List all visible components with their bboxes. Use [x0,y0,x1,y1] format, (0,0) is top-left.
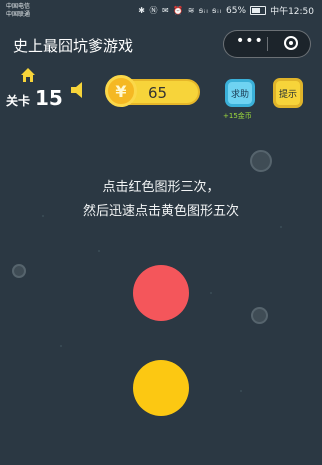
red-circle[interactable] [133,265,189,321]
battery-icon [250,6,267,15]
level-label: 关卡 [6,94,31,108]
star-dot [98,250,100,252]
close-icon[interactable] [284,36,298,50]
level-number: 15 [35,86,63,110]
yellow-circle[interactable] [133,360,189,416]
star-dot [280,226,282,228]
carrier-1: 中国电信 [6,3,31,10]
home-icon[interactable] [20,67,36,83]
mini-program-capsule: ••• [223,30,311,58]
capsule-divider [267,37,268,51]
speaker-icon[interactable] [69,79,91,101]
carrier-info: 中国电信 中国联通 [6,3,30,19]
coin-count: 65 [148,84,168,102]
status-right: ✱ Ⓝ ✉ ⏰ ≋ ᵴᵢₗ ᵴᵢₗ 65% 中午12:50 [138,4,314,18]
germ-decoration [12,264,26,278]
coin-icon: ¥ [105,75,137,107]
germ-decoration [251,307,268,324]
clock: 中午12:50 [270,7,314,17]
status-bar: 中国电信 中国联通 ✱ Ⓝ ✉ ⏰ ≋ ᵴᵢₗ ᵴᵢₗ 65% 中午12:50 [0,0,322,22]
instruction-line-1: 点击红色图形三次， [102,180,220,195]
help-button[interactable]: 求助 [225,79,255,107]
help-reward: +15金币 [223,112,252,120]
germ-decoration [250,150,272,172]
title-bar: 史上最囧坑爹游戏 ••• [0,26,322,62]
hint-button[interactable]: 提示 [273,78,303,108]
more-icon[interactable]: ••• [236,33,264,49]
instruction-line-2: 然后迅速点击黄色图形五次 [82,204,239,219]
battery-percent: 65% [226,5,247,16]
app-title: 史上最囧坑爹游戏 [13,37,134,55]
status-icons: ✱ Ⓝ ✉ ⏰ ≋ ᵴᵢₗ ᵴᵢₗ [138,6,223,15]
star-dot [240,390,242,392]
star-dot [210,292,212,294]
star-dot [60,345,62,347]
puzzle-instructions: 点击红色图形三次， 然后迅速点击黄色图形五次 [0,176,322,224]
carrier-2: 中国联通 [6,11,31,18]
